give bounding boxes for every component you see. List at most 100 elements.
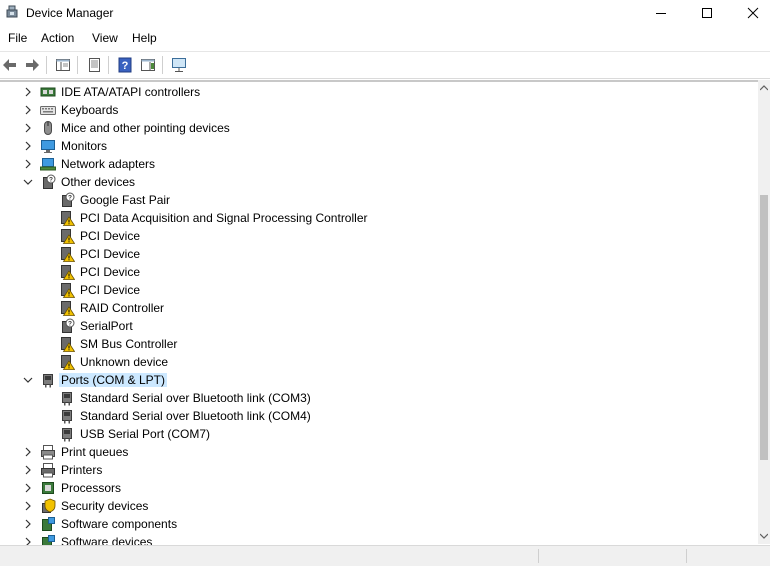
port-icon (59, 390, 75, 406)
tree-item-label: Standard Serial over Bluetooth link (COM… (80, 391, 311, 405)
menu-view[interactable]: View (90, 31, 120, 45)
tree-item-label: PCI Device (80, 247, 141, 261)
maximize-icon (702, 8, 712, 18)
chevron-down-icon[interactable] (22, 176, 34, 188)
tree-item-pci-device[interactable]: PCI Device (0, 227, 758, 245)
chevron-right-icon[interactable] (22, 86, 34, 98)
tree-item-ports-com-lpt[interactable]: Ports (COM & LPT) (0, 371, 758, 389)
tree-item-mice-and-other-pointing-devices[interactable]: Mice and other pointing devices (0, 119, 758, 137)
toolbar-separator (46, 56, 47, 74)
tree-item-unknown-device[interactable]: Unknown device (0, 353, 758, 371)
tree-item-label: Network adapters (61, 157, 156, 171)
chevron-right-icon[interactable] (22, 446, 34, 458)
properties-pane-button[interactable] (53, 55, 73, 75)
back-button[interactable] (0, 55, 20, 75)
menu-bar: File Action View Help (0, 28, 770, 50)
tree-item-pci-device[interactable]: PCI Device (0, 281, 758, 299)
show-hide-action-pane-button[interactable] (138, 55, 158, 75)
tree-item-standard-serial-over-bluetooth-link-com4[interactable]: Standard Serial over Bluetooth link (COM… (0, 407, 758, 425)
menu-action[interactable]: Action (39, 31, 76, 45)
warning-device-icon (59, 210, 76, 226)
tree-item-print-queues[interactable]: Print queues (0, 443, 758, 461)
chevron-right-icon[interactable] (22, 518, 34, 530)
menu-help[interactable]: Help (130, 31, 159, 45)
chevron-right-icon[interactable] (22, 140, 34, 152)
tree-item-security-devices[interactable]: Security devices (0, 497, 758, 515)
unknown-device-icon: ? (59, 318, 75, 334)
port-icon (59, 426, 75, 442)
tree-item-label: Software components (61, 517, 178, 531)
tree-item-label: IDE ATA/ATAPI controllers (61, 85, 201, 99)
help-button[interactable]: ? (115, 55, 135, 75)
scroll-up-button[interactable] (758, 82, 770, 94)
tree-item-label: Monitors (61, 139, 108, 153)
tree-item-label: Processors (61, 481, 122, 495)
warning-device-icon (59, 354, 76, 370)
warning-device-icon (59, 336, 76, 352)
chevron-right-icon[interactable] (22, 464, 34, 476)
tree-item-pci-data-acquisition-and-signal-processing-controller[interactable]: PCI Data Acquisition and Signal Processi… (0, 209, 758, 227)
scan-hardware-icon (172, 58, 186, 72)
tree-item-ide-ata-atapi-controllers[interactable]: IDE ATA/ATAPI controllers (0, 83, 758, 101)
close-icon (747, 7, 759, 19)
maximize-button[interactable] (684, 0, 730, 26)
security-device-icon (40, 498, 56, 514)
tree-item-pci-device[interactable]: PCI Device (0, 245, 758, 263)
scroll-down-button[interactable] (758, 530, 770, 542)
tree-item-processors[interactable]: Processors (0, 479, 758, 497)
tree-item-pci-device[interactable]: PCI Device (0, 263, 758, 281)
title-bar: Device Manager (0, 0, 770, 26)
warning-device-icon (59, 300, 76, 316)
software-component-icon (40, 516, 56, 532)
tree-item-other-devices[interactable]: ? Other devices (0, 173, 758, 191)
forward-icon (26, 59, 39, 71)
tree-item-standard-serial-over-bluetooth-link-com3[interactable]: Standard Serial over Bluetooth link (COM… (0, 389, 758, 407)
tree-item-sm-bus-controller[interactable]: SM Bus Controller (0, 335, 758, 353)
chevron-right-icon[interactable] (22, 158, 34, 170)
minimize-icon (656, 13, 666, 14)
chevron-right-icon[interactable] (22, 500, 34, 512)
tree-item-monitors[interactable]: Monitors (0, 137, 758, 155)
tree-item-label: PCI Data Acquisition and Signal Processi… (80, 211, 368, 225)
unknown-device-category-icon: ? (40, 174, 56, 190)
menu-file[interactable]: File (6, 31, 29, 45)
tree-item-label: SerialPort (80, 319, 133, 333)
svg-text:?: ? (68, 321, 72, 328)
tree-item-label: PCI Device (80, 283, 141, 297)
scroll-thumb[interactable] (760, 195, 768, 460)
tree-item-keyboards[interactable]: Keyboards (0, 101, 758, 119)
tree-item-label: PCI Device (80, 229, 141, 243)
scan-hardware-button[interactable] (169, 55, 189, 75)
status-divider (538, 549, 539, 563)
chevron-right-icon[interactable] (22, 482, 34, 494)
device-tree: IDE ATA/ATAPI controllers Keyboards Mice a… (0, 80, 758, 546)
chevron-down-icon[interactable] (22, 374, 34, 386)
toolbar-separator (108, 56, 109, 74)
help-icon: ? (118, 57, 132, 73)
close-button[interactable] (730, 0, 770, 26)
printer-icon (40, 462, 56, 478)
tree-item-label: RAID Controller (80, 301, 165, 315)
chevron-right-icon[interactable] (22, 122, 34, 134)
console-tree-button[interactable] (84, 55, 104, 75)
tree-item-label: Mice and other pointing devices (61, 121, 230, 135)
vertical-scrollbar[interactable] (758, 80, 770, 544)
tree-item-network-adapters[interactable]: Network adapters (0, 155, 758, 173)
tree-item-label: Other devices (61, 175, 136, 189)
monitor-icon (40, 138, 56, 154)
tree-item-software-components[interactable]: Software components (0, 515, 758, 533)
tree-item-label: Print queues (61, 445, 129, 459)
tree-item-serialport[interactable]: ? SerialPort (0, 317, 758, 335)
ide-controller-icon (40, 84, 56, 100)
network-adapter-icon (40, 156, 56, 172)
forward-button[interactable] (22, 55, 42, 75)
warning-device-icon (59, 228, 76, 244)
mouse-icon (40, 120, 56, 136)
minimize-button[interactable] (638, 0, 684, 26)
chevron-right-icon[interactable] (22, 104, 34, 116)
tree-item-raid-controller[interactable]: RAID Controller (0, 299, 758, 317)
tree-item-usb-serial-port-com7[interactable]: USB Serial Port (COM7) (0, 425, 758, 443)
tree-item-printers[interactable]: Printers (0, 461, 758, 479)
tree-item-google-fast-pair[interactable]: ? Google Fast Pair (0, 191, 758, 209)
tree-item-label: Ports (COM & LPT) (59, 373, 168, 387)
